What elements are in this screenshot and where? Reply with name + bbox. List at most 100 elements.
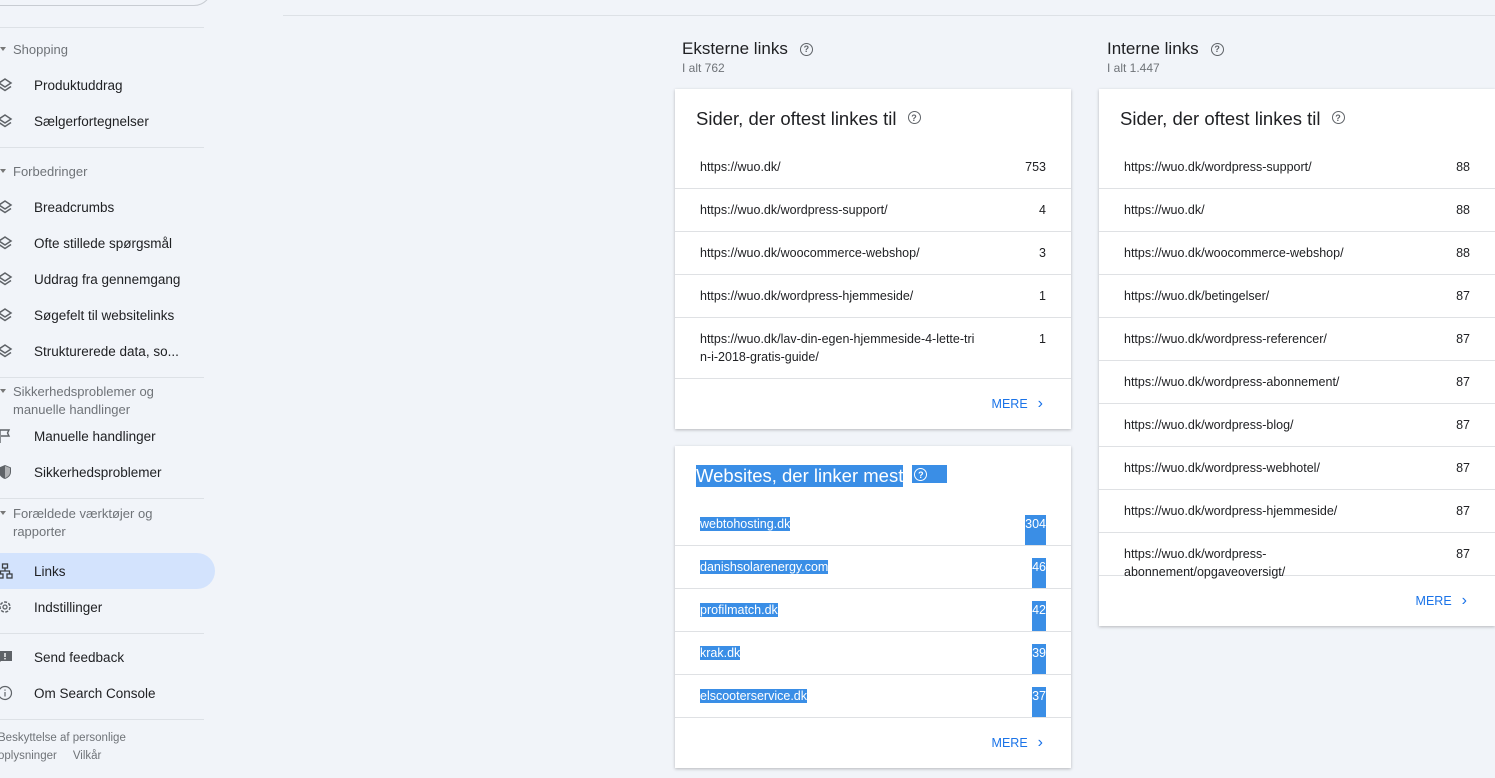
help-icon[interactable]: ? <box>1210 42 1224 56</box>
collapse-icon <box>0 511 6 515</box>
table-row[interactable]: https://wuo.dk/wordpress-referencer/87 <box>1099 318 1495 361</box>
section-label: Sikkerhedsproblemer og manuelle handling… <box>13 384 154 417</box>
row-count: 42 <box>1032 601 1046 631</box>
layers-icon <box>0 77 22 93</box>
collapse-icon <box>0 169 6 173</box>
row-count: 88 <box>1456 160 1470 174</box>
table-row[interactable]: https://wuo.dk/wordpress-support/4 <box>675 189 1071 232</box>
terms-link[interactable]: Vilkår <box>73 750 102 762</box>
table-row[interactable]: https://wuo.dk/woocommerce-webshop/3 <box>675 232 1071 275</box>
section-header[interactable]: Forbedringer <box>0 163 193 181</box>
row-count: 753 <box>1025 160 1046 174</box>
sidebar-item-uddrag-fra-gennemgang[interactable]: Uddrag fra gennemgang <box>0 261 215 297</box>
sidebar-item-label: Søgefelt til websitelinks <box>34 307 175 323</box>
sidebar-item-søgefelt-til-websitelinks[interactable]: Søgefelt til websitelinks <box>0 297 215 333</box>
row-url[interactable]: https://wuo.dk/betingelser/ <box>1124 289 1269 303</box>
table-row[interactable]: https://wuo.dk/753 <box>675 146 1071 189</box>
table-row[interactable]: profilmatch.dk 42 <box>675 589 1071 632</box>
row-url[interactable]: https://wuo.dk/wordpress-hjemmeside/ <box>700 289 913 303</box>
search-box[interactable] <box>0 0 212 6</box>
row-url[interactable]: danishsolarenergy.com <box>700 560 829 574</box>
table-row[interactable]: https://wuo.dk/betingelser/87 <box>1099 275 1495 318</box>
sidebar-item-produktuddrag[interactable]: Produktuddrag <box>0 67 215 103</box>
layers-icon <box>0 307 22 323</box>
sidebar-item-indstillinger[interactable]: Indstillinger <box>0 589 215 625</box>
row-url[interactable]: https://wuo.dk/wordpress-blog/ <box>1124 418 1294 432</box>
sidebar-item-manuelle-handlinger[interactable]: Manuelle handlinger <box>0 418 215 454</box>
row-url[interactable]: https://wuo.dk/woocommerce-webshop/ <box>1124 246 1344 260</box>
table-row[interactable]: https://wuo.dk/woocommerce-webshop/88 <box>1099 232 1495 275</box>
row-url[interactable]: https://wuo.dk/wordpress-hjemmeside/ <box>1124 504 1337 518</box>
table-row[interactable]: elscooterservice.dk 37 <box>675 675 1071 718</box>
more-button[interactable]: MERE › <box>675 718 1071 768</box>
row-url[interactable]: krak.dk <box>700 646 741 660</box>
row-count: 87 <box>1456 547 1470 561</box>
table-row[interactable]: https://wuo.dk/lav-din-egen-hjemmeside-4… <box>675 318 1071 379</box>
row-url[interactable]: https://wuo.dk/ <box>700 160 781 174</box>
more-label: MERE <box>1415 594 1452 608</box>
row-count: 4 <box>1039 203 1046 217</box>
section-header[interactable]: Forældede værktøjer og rapporter <box>0 505 193 541</box>
sidebar-item-label: Uddrag fra gennemgang <box>34 271 181 287</box>
row-count: 46 <box>1032 558 1046 588</box>
row-url[interactable]: https://wuo.dk/wordpress-webhotel/ <box>1124 461 1320 475</box>
more-button[interactable]: MERE › <box>675 379 1071 429</box>
sidebar-item-send-feedback[interactable]: Send feedback <box>0 639 215 675</box>
row-url[interactable]: webtohosting.dk <box>700 517 791 531</box>
table-row[interactable]: https://wuo.dk/wordpress-abonnement/87 <box>1099 361 1495 404</box>
row-url[interactable]: https://wuo.dk/woocommerce-webshop/ <box>700 246 920 260</box>
row-url[interactable]: https://wuo.dk/wordpress-support/ <box>1124 160 1312 174</box>
layers-icon <box>0 271 22 287</box>
row-url[interactable]: https://wuo.dk/wordpress-support/ <box>700 203 888 217</box>
table-row[interactable]: https://wuo.dk/wordpress-blog/87 <box>1099 404 1495 447</box>
help-icon[interactable]: ? <box>799 42 813 56</box>
flag-icon <box>0 428 22 444</box>
table-row[interactable]: https://wuo.dk/wordpress-hjemmeside/1 <box>675 275 1071 318</box>
sidebar-item-label: Produktuddrag <box>34 77 123 93</box>
table-row[interactable]: https://wuo.dk/wordpress-support/88 <box>1099 146 1495 189</box>
row-url[interactable]: elscooterservice.dk <box>700 689 807 703</box>
help-icon[interactable]: ? <box>907 111 921 124</box>
row-count: 87 <box>1456 375 1470 389</box>
row-url[interactable]: https://wuo.dk/wordpress-referencer/ <box>1124 332 1327 346</box>
sidebar-item-strukturerede-data-so[interactable]: Strukturerede data, so... <box>0 333 215 369</box>
divider <box>0 633 204 634</box>
row-url[interactable]: https://wuo.dk/wordpress-abonnement/opga… <box>1124 547 1285 579</box>
sidebar-item-breadcrumbs[interactable]: Breadcrumbs <box>0 189 215 225</box>
external-top-pages-card: Sider, der oftest linkes til? https://wuo… <box>675 89 1071 429</box>
row-url[interactable]: https://wuo.dk/wordpress-abonnement/ <box>1124 375 1339 389</box>
row-url[interactable]: https://wuo.dk/ <box>1124 203 1205 217</box>
sidebar-item-label: Om Search Console <box>34 685 156 701</box>
table-row[interactable]: https://wuo.dk/wordpress-webhotel/87 <box>1099 447 1495 490</box>
table-row[interactable]: https://wuo.dk/wordpress-abonnement/opga… <box>1099 533 1495 579</box>
table-row[interactable]: webtohosting.dk 304 <box>675 503 1071 546</box>
more-button[interactable]: MERE › <box>1099 576 1495 626</box>
table-row[interactable]: danishsolarenergy.com 46 <box>675 546 1071 589</box>
sitemap-icon <box>0 563 22 579</box>
sidebar-item-label: Sikkerhedsproblemer <box>34 464 162 480</box>
table-row[interactable]: https://wuo.dk/88 <box>1099 189 1495 232</box>
privacy-link[interactable]: Beskyttelse af personlige oplysninger <box>0 732 126 762</box>
layers-icon <box>0 235 22 251</box>
row-count: 304 <box>1025 515 1046 545</box>
sidebar-item-sikkerhedsproblemer[interactable]: Sikkerhedsproblemer <box>0 454 215 490</box>
row-url[interactable]: https://wuo.dk/lav-din-egen-hjemmeside-4… <box>700 332 974 364</box>
row-count: 88 <box>1456 246 1470 260</box>
row-url[interactable]: profilmatch.dk <box>700 603 778 617</box>
row-count: 87 <box>1456 504 1470 518</box>
section-shopping[interactable]: Shopping <box>0 41 193 59</box>
sidebar-item-om-search-console[interactable]: Om Search Console <box>0 675 215 711</box>
table-row[interactable]: krak.dk 39 <box>675 632 1071 675</box>
divider <box>0 719 204 720</box>
sidebar-item-sælgerfortegnelser[interactable]: Sælgerfortegnelser <box>0 103 215 139</box>
card-title: Websites, der linker mest? <box>675 446 1071 503</box>
sidebar-item-links[interactable]: Links <box>0 553 215 589</box>
table-row[interactable]: https://wuo.dk/wordpress-hjemmeside/87 <box>1099 490 1495 533</box>
sidebar-item-ofte-stillede-spørgsmål[interactable]: Ofte stillede spørgsmål <box>0 225 215 261</box>
help-icon[interactable]: ? <box>914 468 928 481</box>
section-header[interactable]: Sikkerhedsproblemer og manuelle handling… <box>0 383 193 419</box>
help-icon[interactable]: ? <box>1331 111 1345 124</box>
row-count: 87 <box>1456 289 1470 303</box>
shield-icon <box>0 464 22 480</box>
sidebar-item-label: Strukturerede data, so... <box>34 343 179 359</box>
